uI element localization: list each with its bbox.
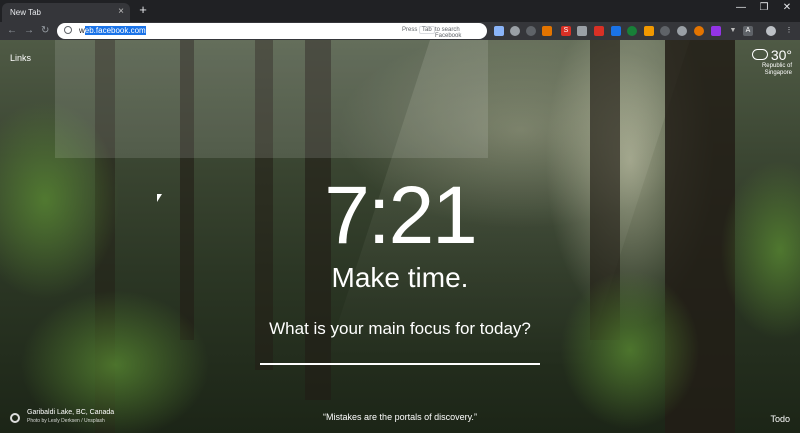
greeting-text: Make time. bbox=[331, 262, 469, 293]
extension-icon[interactable] bbox=[526, 26, 536, 36]
address-bar[interactable]: web.facebook.com Press Tab to search Fac… bbox=[57, 23, 487, 39]
extension-icon[interactable] bbox=[694, 26, 704, 36]
cloud-sun-icon bbox=[751, 49, 768, 60]
back-arrow-icon[interactable]: ← bbox=[7, 25, 17, 36]
search-icon bbox=[64, 26, 72, 34]
avatar[interactable] bbox=[766, 26, 776, 36]
extension-icon[interactable]: A bbox=[743, 26, 753, 36]
extension-icon[interactable]: S bbox=[561, 26, 571, 36]
daily-quote: “Mistakes are the portals of discovery.” bbox=[323, 412, 477, 422]
weather-temperature: 30° bbox=[770, 47, 792, 63]
extension-icon[interactable] bbox=[594, 26, 604, 36]
forward-arrow-icon[interactable]: → bbox=[24, 25, 34, 36]
links-button[interactable]: Links bbox=[10, 53, 31, 63]
extension-icon[interactable] bbox=[660, 26, 670, 36]
extension-icon[interactable] bbox=[644, 26, 654, 36]
extension-icon[interactable]: ▼ bbox=[728, 26, 738, 36]
extension-icon[interactable] bbox=[542, 26, 552, 36]
hint-tab-key: Tab bbox=[419, 26, 435, 34]
address-text[interactable]: web.facebook.com bbox=[79, 26, 146, 35]
menu-icon[interactable]: ⋮ bbox=[784, 26, 794, 36]
hint-action: to search Facebook bbox=[435, 27, 462, 39]
address-selection: eb.facebook.com bbox=[84, 26, 146, 35]
extension-icon[interactable] bbox=[510, 26, 520, 36]
reload-icon[interactable]: ↻ bbox=[41, 25, 49, 36]
fern-foliage bbox=[560, 270, 700, 430]
close-window-button[interactable]: ✕ bbox=[776, 2, 798, 13]
restore-button[interactable]: ❐ bbox=[753, 2, 775, 13]
extension-icon[interactable] bbox=[627, 26, 637, 36]
extension-icon[interactable] bbox=[611, 26, 621, 36]
focus-input[interactable] bbox=[260, 363, 540, 365]
browser-toolbar: ← → ↻ web.facebook.com Press Tab to sear… bbox=[0, 22, 800, 40]
hint-press: Press bbox=[402, 27, 418, 33]
weather-location-line1: Republic of bbox=[761, 63, 792, 69]
tab-close-icon[interactable]: × bbox=[118, 6, 124, 17]
tab-title: New Tab bbox=[10, 8, 41, 17]
tab-new-tab[interactable]: New Tab × bbox=[2, 3, 130, 22]
omnibox-suggestion-dropdown bbox=[55, 40, 488, 158]
clock-time: 7:21 bbox=[324, 170, 478, 261]
shield-extension-icon[interactable] bbox=[494, 26, 504, 36]
minimize-button[interactable]: — bbox=[730, 2, 752, 13]
new-tab-button[interactable]: + bbox=[136, 3, 150, 17]
focus-question: What is your main focus for today? bbox=[269, 319, 531, 338]
todo-button[interactable]: Todo bbox=[770, 414, 790, 424]
extension-icon[interactable] bbox=[677, 26, 687, 36]
tab-bar: New Tab × + — ❐ ✕ bbox=[0, 0, 800, 22]
weather-location-line2: Singapore bbox=[764, 70, 792, 76]
extension-icon[interactable] bbox=[711, 26, 721, 36]
weather-widget[interactable]: 30° Republic of Singapore bbox=[751, 47, 792, 77]
camera-extension-icon[interactable] bbox=[577, 26, 587, 36]
new-tab-page: Links 30° Republic of Singapore 7:21 Mak… bbox=[0, 40, 800, 433]
